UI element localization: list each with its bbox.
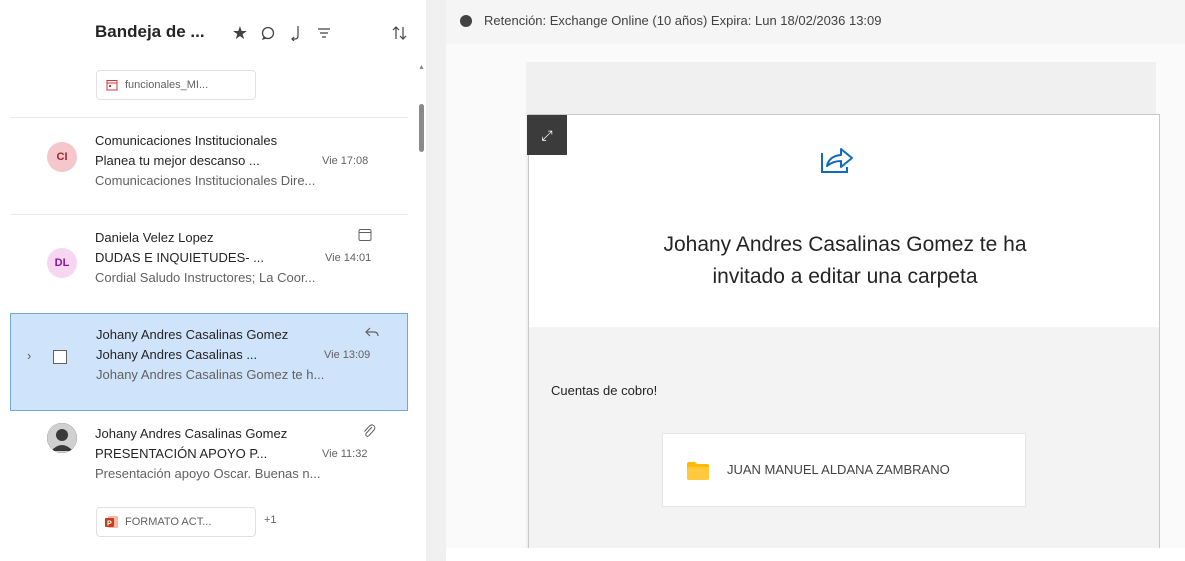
list-item[interactable]: CI Comunicaciones Institucionales Planea…: [10, 120, 408, 214]
folder-title[interactable]: Bandeja de ...: [95, 22, 205, 42]
list-item-selected[interactable]: › Johany Andres Casalinas Gomez Johany A…: [10, 313, 408, 411]
invite-title: Johany Andres Casalinas Gomez te ha invi…: [663, 233, 1027, 288]
avatar-photo: [47, 423, 77, 453]
calendar-file-icon: [105, 78, 119, 92]
more-attachments[interactable]: +1: [264, 514, 277, 526]
reading-pane: Retención: Exchange Online (10 años) Exp…: [446, 0, 1185, 561]
subject: Johany Andres Casalinas ...: [96, 347, 258, 362]
folder-name: JUAN MANUEL ALDANA ZAMBRANO: [727, 462, 950, 477]
paperclip-icon: [362, 423, 376, 444]
preview: Presentación apoyo Oscar. Buenas n...: [95, 466, 321, 481]
bottom-strip: [446, 548, 1185, 561]
attachment-chip[interactable]: funcionales_MI...: [96, 70, 256, 100]
retention-text: Retención: Exchange Online (10 años) Exp…: [484, 13, 882, 28]
chat-bubble-icon[interactable]: [256, 20, 280, 46]
reply-down-icon[interactable]: [284, 20, 308, 46]
retention-bar: Retención: Exchange Online (10 años) Exp…: [446, 0, 1185, 44]
subject: DUDAS E INQUIETUDES- ...: [95, 250, 265, 265]
chevron-right-icon[interactable]: ›: [27, 348, 31, 363]
scroll-thumb[interactable]: [419, 104, 424, 152]
pane-splitter[interactable]: [426, 0, 446, 561]
shared-folder-link[interactable]: JUAN MANUEL ALDANA ZAMBRANO: [662, 433, 1026, 507]
reply-icon: [364, 325, 380, 343]
message-list-pane: Bandeja de ... ★ funcionales_MI... CI Co…: [0, 0, 426, 561]
attachment-name: funcionales_MI...: [125, 79, 209, 91]
invite-card: ⤢ Johany Andres Casalinas Gomez te ha in…: [527, 114, 1160, 561]
attachment-chip[interactable]: P FORMATO ACT...: [96, 507, 256, 537]
folder-icon: [687, 462, 709, 485]
sender-name: Daniela Velez Lopez: [95, 230, 214, 245]
preview: Cordial Saludo Instructores; La Coor...: [95, 270, 316, 285]
scroll-up-arrow-icon[interactable]: ▲: [418, 64, 425, 71]
star-icon[interactable]: ★: [228, 20, 252, 46]
list-header: Bandeja de ... ★: [0, 0, 426, 62]
powerpoint-file-icon: P: [105, 515, 119, 529]
invite-note: Cuentas de cobro!: [551, 383, 658, 398]
attachment-name: FORMATO ACT...: [125, 516, 212, 528]
invite-details: Cuentas de cobro! JUAN MANUEL ALDANA ZAM…: [529, 327, 1159, 561]
preview: Comunicaciones Institucionales Dire...: [95, 173, 316, 188]
list-item[interactable]: DL Daniela Velez Lopez DUDAS E INQUIETUD…: [10, 216, 408, 312]
timestamp: Vie 17:08: [322, 155, 369, 167]
share-icon: [819, 143, 855, 180]
divider: [10, 117, 408, 118]
divider: [10, 214, 408, 215]
info-icon: [460, 15, 472, 27]
preview: Johany Andres Casalinas Gomez te h...: [96, 367, 325, 382]
select-checkbox[interactable]: [53, 350, 67, 364]
sender-name: Johany Andres Casalinas Gomez: [95, 426, 288, 441]
subject: PRESENTACIÓN APOYO P...: [95, 446, 268, 461]
timestamp: Vie 11:32: [322, 448, 368, 460]
sort-icon[interactable]: [388, 20, 412, 46]
timestamp: Vie 13:09: [324, 349, 371, 361]
svg-text:P: P: [107, 521, 112, 528]
message-body: ⤢ Johany Andres Casalinas Gomez te ha in…: [526, 62, 1160, 561]
filter-icon[interactable]: [312, 20, 336, 46]
expand-icon[interactable]: ⤢: [527, 115, 567, 155]
sender-name: Johany Andres Casalinas Gomez: [96, 327, 289, 342]
timestamp: Vie 14:01: [325, 252, 372, 264]
calendar-icon: [358, 228, 372, 247]
subject: Planea tu mejor descanso ...: [95, 153, 260, 168]
sender-name: Comunicaciones Institucionales: [95, 133, 278, 148]
avatar: CI: [47, 142, 77, 172]
list-scrollbar[interactable]: ▲: [417, 62, 426, 561]
avatar: DL: [47, 248, 77, 278]
